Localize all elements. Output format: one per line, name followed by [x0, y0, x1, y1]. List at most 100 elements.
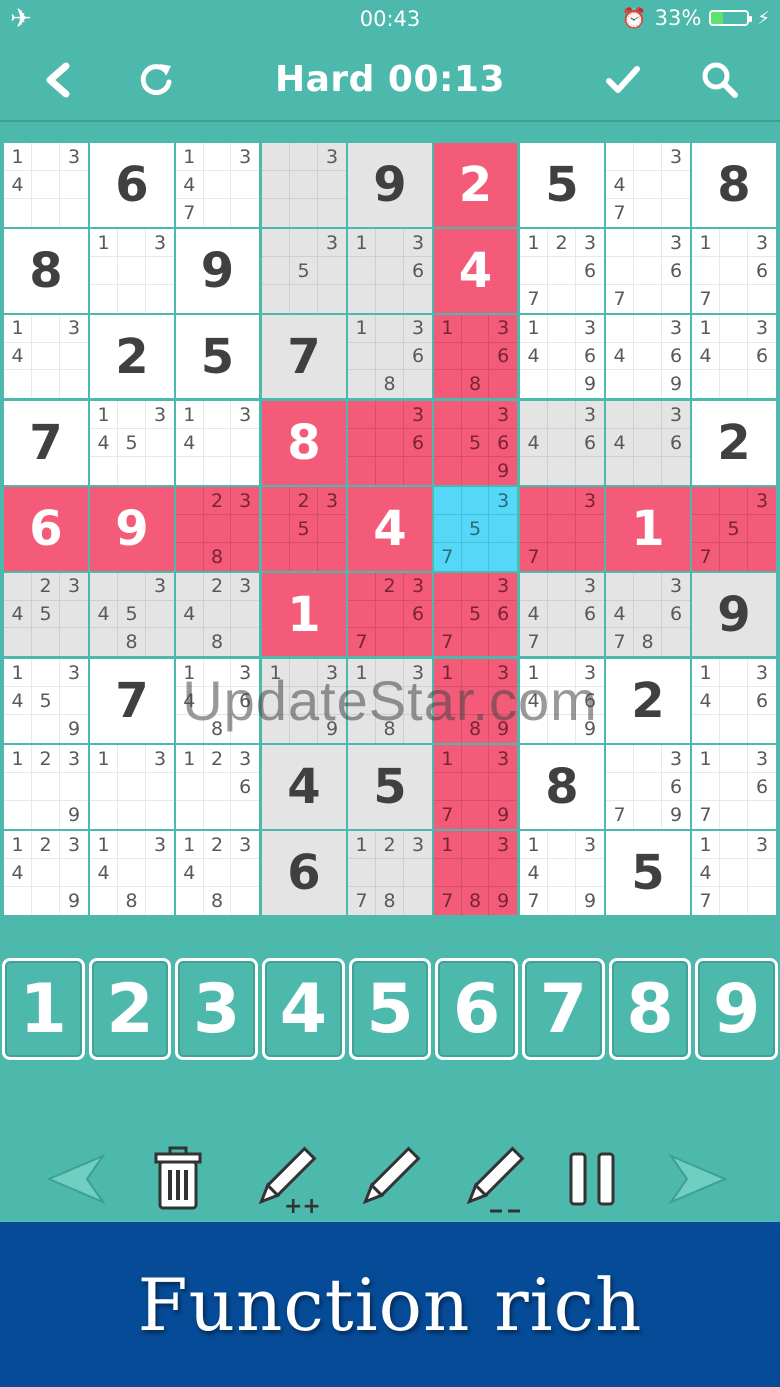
sudoku-cell-r5c6[interactable]: 357: [433, 486, 519, 572]
sudoku-cell-r4c4[interactable]: 8: [261, 400, 347, 486]
number-key-7[interactable]: 7: [522, 958, 605, 1060]
sudoku-cell-r5c1[interactable]: 6: [3, 486, 89, 572]
sudoku-cell-r4c6[interactable]: 356 9: [433, 400, 519, 486]
sudoku-cell-r5c7[interactable]: 37: [519, 486, 605, 572]
sudoku-cell-r5c5[interactable]: 4: [347, 486, 433, 572]
number-key-4[interactable]: 4: [262, 958, 345, 1060]
sudoku-cell-r6c7[interactable]: 3467: [519, 572, 605, 658]
sudoku-cell-r3c5[interactable]: 1368: [347, 314, 433, 400]
sudoku-cell-r3c9[interactable]: 1346: [691, 314, 777, 400]
note-clear-button[interactable]: [454, 1141, 530, 1217]
sudoku-cell-r1c3[interactable]: 1347: [175, 142, 261, 228]
number-key-3[interactable]: 3: [175, 958, 259, 1060]
sudoku-cell-r2c7[interactable]: 12367: [519, 228, 605, 314]
sudoku-cell-r8c4[interactable]: 4: [261, 744, 347, 830]
sudoku-cell-r1c9[interactable]: 8: [691, 142, 777, 228]
sudoku-cell-r3c7[interactable]: 13469: [519, 314, 605, 400]
sudoku-cell-r9c1[interactable]: 1234 9: [3, 830, 89, 916]
sudoku-cell-r8c7[interactable]: 8: [519, 744, 605, 830]
sudoku-cell-r8c5[interactable]: 5: [347, 744, 433, 830]
sudoku-cell-r4c9[interactable]: 2: [691, 400, 777, 486]
note-digit: [404, 457, 432, 485]
sudoku-cell-r1c2[interactable]: 6: [89, 142, 175, 228]
sudoku-cell-r8c8[interactable]: 367 9: [605, 744, 691, 830]
sudoku-cell-r4c1[interactable]: 7: [3, 400, 89, 486]
sudoku-cell-r4c2[interactable]: 1345: [89, 400, 175, 486]
sudoku-cell-r8c1[interactable]: 123 9: [3, 744, 89, 830]
sudoku-cell-r9c6[interactable]: 13789: [433, 830, 519, 916]
sudoku-cell-r9c2[interactable]: 1348: [89, 830, 175, 916]
sudoku-cell-r1c7[interactable]: 5: [519, 142, 605, 228]
sudoku-cell-r3c4[interactable]: 7: [261, 314, 347, 400]
sudoku-cell-r5c4[interactable]: 235: [261, 486, 347, 572]
sudoku-cell-r1c8[interactable]: 347: [605, 142, 691, 228]
sudoku-cell-r9c9[interactable]: 1347: [691, 830, 777, 916]
sudoku-cell-r9c4[interactable]: 6: [261, 830, 347, 916]
sudoku-cell-r6c2[interactable]: 3458: [89, 572, 175, 658]
sudoku-cell-r2c8[interactable]: 367: [605, 228, 691, 314]
sudoku-cell-r7c4[interactable]: 13 9: [261, 658, 347, 744]
sudoku-cell-r8c6[interactable]: 137 9: [433, 744, 519, 830]
sudoku-cell-r4c3[interactable]: 134: [175, 400, 261, 486]
number-key-6[interactable]: 6: [435, 958, 519, 1060]
sudoku-cell-r2c9[interactable]: 1367: [691, 228, 777, 314]
sudoku-cell-r3c2[interactable]: 2: [89, 314, 175, 400]
sudoku-cell-r2c4[interactable]: 35: [261, 228, 347, 314]
redo-button[interactable]: [660, 1141, 736, 1217]
sudoku-cell-r2c6[interactable]: 4: [433, 228, 519, 314]
erase-button[interactable]: [140, 1141, 216, 1217]
sudoku-cell-r6c5[interactable]: 2367: [347, 572, 433, 658]
sudoku-cell-r5c9[interactable]: 357: [691, 486, 777, 572]
sudoku-cell-r7c2[interactable]: 7: [89, 658, 175, 744]
number-key-5[interactable]: 5: [348, 958, 432, 1060]
sudoku-cell-r6c4[interactable]: 1: [261, 572, 347, 658]
sudoku-cell-r5c2[interactable]: 9: [89, 486, 175, 572]
sudoku-cell-r4c7[interactable]: 346: [519, 400, 605, 486]
sudoku-cell-r8c9[interactable]: 1367: [691, 744, 777, 830]
sudoku-cell-r2c1[interactable]: 8: [3, 228, 89, 314]
sudoku-cell-r1c1[interactable]: 134: [3, 142, 89, 228]
sudoku-cell-r6c6[interactable]: 3567: [433, 572, 519, 658]
sudoku-cell-r1c5[interactable]: 9: [347, 142, 433, 228]
sudoku-cell-r3c3[interactable]: 5: [175, 314, 261, 400]
note-add-all-button[interactable]: ++: [246, 1141, 322, 1217]
sudoku-cell-r6c8[interactable]: 34678: [605, 572, 691, 658]
sudoku-cell-r6c3[interactable]: 2348: [175, 572, 261, 658]
sudoku-cell-r2c2[interactable]: 13: [89, 228, 175, 314]
sudoku-cell-r6c1[interactable]: 2345: [3, 572, 89, 658]
pause-button[interactable]: [554, 1141, 630, 1217]
note-mode-button[interactable]: [350, 1141, 426, 1217]
search-button[interactable]: [694, 54, 746, 106]
check-button[interactable]: [597, 54, 649, 106]
undo-button[interactable]: [38, 1141, 114, 1217]
sudoku-cell-r2c3[interactable]: 9: [175, 228, 261, 314]
sudoku-cell-r7c9[interactable]: 1346: [691, 658, 777, 744]
number-key-8[interactable]: 8: [608, 958, 692, 1060]
sudoku-cell-r9c8[interactable]: 5: [605, 830, 691, 916]
sudoku-cell-r5c3[interactable]: 23 8: [175, 486, 261, 572]
sudoku-cell-r7c1[interactable]: 13459: [3, 658, 89, 744]
sudoku-cell-r3c1[interactable]: 134: [3, 314, 89, 400]
sudoku-cell-r8c3[interactable]: 1236: [175, 744, 261, 830]
sudoku-cell-r2c5[interactable]: 136: [347, 228, 433, 314]
number-key-2[interactable]: 2: [88, 958, 172, 1060]
sudoku-cell-r4c8[interactable]: 346: [605, 400, 691, 486]
sudoku-cell-r9c5[interactable]: 12378: [347, 830, 433, 916]
sudoku-cell-r3c6[interactable]: 1368: [433, 314, 519, 400]
number-key-9[interactable]: 9: [695, 958, 779, 1060]
sudoku-cell-r1c6[interactable]: 2: [433, 142, 519, 228]
sudoku-cell-r9c3[interactable]: 12348: [175, 830, 261, 916]
sudoku-cell-r9c7[interactable]: 1347 9: [519, 830, 605, 916]
sudoku-cell-r5c8[interactable]: 1: [605, 486, 691, 572]
sudoku-cell-r3c8[interactable]: 3469: [605, 314, 691, 400]
sudoku-cell-r7c3[interactable]: 13468: [175, 658, 261, 744]
sudoku-cell-r7c6[interactable]: 13 89: [433, 658, 519, 744]
sudoku-cell-r7c8[interactable]: 2: [605, 658, 691, 744]
number-key-1[interactable]: 1: [2, 958, 85, 1060]
sudoku-cell-r7c5[interactable]: 138: [347, 658, 433, 744]
sudoku-cell-r6c9[interactable]: 9: [691, 572, 777, 658]
sudoku-cell-r4c5[interactable]: 36: [347, 400, 433, 486]
sudoku-cell-r7c7[interactable]: 1346 9: [519, 658, 605, 744]
sudoku-cell-r1c4[interactable]: 3: [261, 142, 347, 228]
sudoku-cell-r8c2[interactable]: 13: [89, 744, 175, 830]
